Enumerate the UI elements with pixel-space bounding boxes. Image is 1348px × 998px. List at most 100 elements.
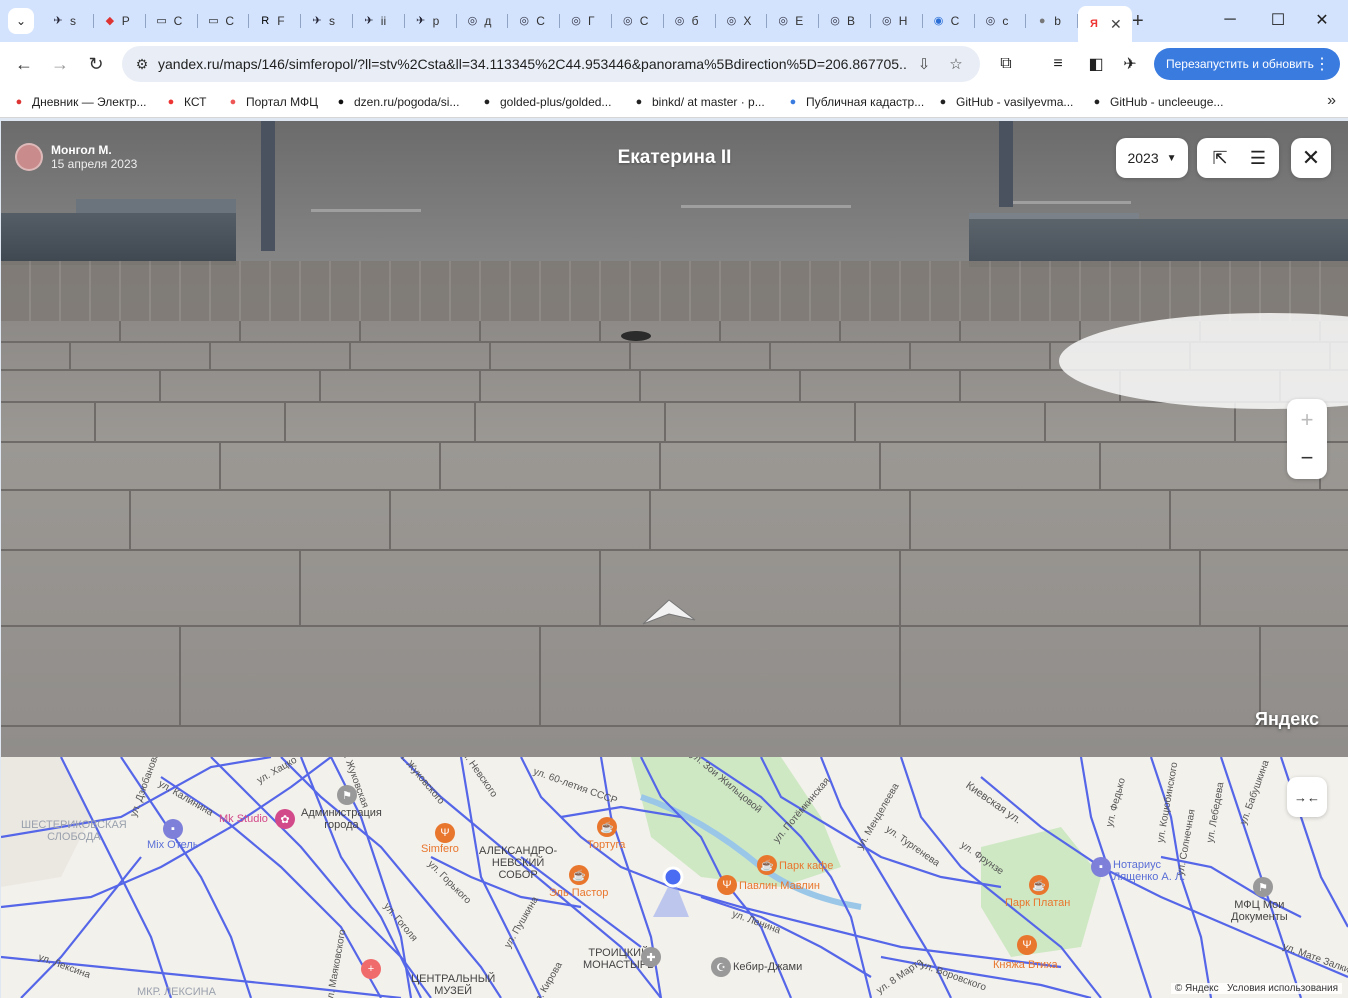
browser-tab[interactable]: ◉ C (923, 8, 975, 34)
place-label[interactable]: Администрация города (301, 807, 382, 831)
bookmark-item[interactable]: ● GitHub - vasilyevma... (936, 93, 1074, 111)
browser-tab[interactable]: ✈ s (301, 8, 353, 34)
panorama-view[interactable]: Монгол М. 15 апреля 2023 Екатерина II 20… (1, 121, 1348, 757)
bookmark-item[interactable]: ● Дневник — Электр... (12, 93, 147, 111)
cafe-icon[interactable]: ☕ (597, 817, 617, 837)
bookmark-item[interactable]: ● Публичная кадастр... (786, 93, 925, 111)
mosque-icon[interactable]: ☪ (711, 957, 731, 977)
poi-label[interactable]: Княжа Втиха (993, 959, 1058, 971)
paving-tile (476, 403, 666, 443)
food-icon[interactable]: Ψ (435, 823, 455, 843)
forward-button[interactable]: → (48, 52, 72, 76)
tab-title: B (847, 14, 856, 28)
flag-icon[interactable]: ⚑ (1253, 877, 1273, 897)
place-label[interactable]: ЦЕНТРАЛЬНЫЙ МУЗЕЙ (411, 973, 495, 997)
paving-tile (161, 371, 321, 403)
zoom-in-button[interactable]: + (1287, 401, 1327, 439)
collapse-map-button[interactable]: →← (1287, 777, 1327, 817)
move-arrow-icon[interactable] (641, 598, 697, 628)
browser-tab[interactable]: ◎ Г (560, 8, 612, 34)
close-panorama-button[interactable]: ✕ (1291, 138, 1331, 178)
reload-button[interactable]: ↻ (84, 52, 108, 76)
menu-dots-icon[interactable]: ⋮ (1314, 54, 1330, 74)
bookmark-icon: ● (15, 96, 23, 108)
notary-icon[interactable]: ▪ (1091, 857, 1111, 877)
address-bar[interactable]: ⚙ yandex.ru/maps/146/simferopol/?ll=stv%… (122, 46, 980, 82)
url-text[interactable]: yandex.ru/maps/146/simferopol/?ll=stv%2C… (158, 56, 908, 72)
open-external-icon[interactable]: ⇱ (1209, 147, 1231, 169)
relaunch-button[interactable]: Перезапустить и обновить ⋮ (1154, 48, 1340, 80)
star-icon[interactable]: ☆ (946, 54, 966, 74)
tab-search-button[interactable]: ⌄ (8, 8, 34, 34)
extensions-icon[interactable]: ⧉ (996, 54, 1016, 74)
year-select[interactable]: 2023 ▼ (1116, 138, 1188, 178)
browser-tab[interactable]: ✈ s (42, 8, 94, 34)
poi-label[interactable]: Парк кафе (779, 860, 833, 872)
install-app-icon[interactable]: ⇩ (914, 54, 934, 74)
tab-title: ii (380, 14, 387, 28)
tab-title: C (950, 14, 960, 28)
bookmark-item[interactable]: ● Портал МФЦ (226, 93, 318, 111)
cafe-icon[interactable]: ☕ (569, 865, 589, 885)
poi-label[interactable]: Павлин Мавлин (739, 880, 820, 892)
profile-icon[interactable]: ✈ (1120, 54, 1140, 74)
browser-tab[interactable]: ▭ C (146, 8, 198, 34)
poi-label[interactable]: Парк Платан (1005, 897, 1070, 909)
poi-label[interactable]: Simfero (421, 843, 459, 855)
browser-tab[interactable]: ◎ E (767, 8, 820, 34)
browser-tab[interactable]: ● b (1026, 8, 1079, 34)
poi-label[interactable]: Mk Studio (219, 813, 268, 825)
food-icon[interactable]: Ψ (717, 875, 737, 895)
browser-tab[interactable]: ✈ p (405, 8, 457, 34)
cafe-icon[interactable]: ☕ (757, 855, 777, 875)
hotel-icon[interactable]: ▪ (163, 819, 183, 839)
window-close-button[interactable]: ✕ (1302, 8, 1342, 32)
minimize-button[interactable]: ─ (1210, 8, 1250, 32)
bookmark-label: GitHub - uncleeuge... (1110, 95, 1224, 109)
zoom-controls: + − (1287, 399, 1327, 479)
food-icon[interactable]: Ψ (1017, 935, 1037, 955)
browser-tab[interactable]: ◎ д (456, 8, 509, 34)
bookmark-item[interactable]: ● binkd/ at master · p... (632, 93, 765, 111)
terms-link[interactable]: Условия использования (1227, 983, 1338, 994)
hospital-icon[interactable]: + (361, 959, 381, 979)
poi-label[interactable]: Нотариус Лященко А. Л. (1113, 859, 1185, 883)
cafe-icon[interactable]: ☕ (1029, 875, 1049, 895)
browser-tab[interactable]: ▭ C (197, 8, 250, 34)
menu-lines-icon[interactable]: ☰ (1247, 147, 1269, 169)
bookmark-item[interactable]: ● КСТ (164, 93, 207, 111)
zoom-out-button[interactable]: − (1287, 439, 1327, 477)
browser-tab[interactable]: ✈ ii (353, 8, 405, 34)
close-tab-icon[interactable]: ✕ (1110, 16, 1122, 33)
side-panel-icon[interactable]: ◧ (1086, 54, 1106, 74)
browser-tab[interactable]: ◎ H (871, 8, 923, 34)
bookmark-item[interactable]: ● GitHub - uncleeuge... (1090, 93, 1224, 111)
site-info-icon[interactable]: ⚙ (130, 52, 154, 76)
browser-tab[interactable]: ◎ c (974, 8, 1027, 34)
poi-label[interactable]: Тортуга (587, 839, 625, 851)
flower-icon[interactable]: ✿ (275, 809, 295, 829)
maximize-button[interactable]: ☐ (1258, 8, 1298, 32)
browser-tab[interactable]: RF (249, 8, 302, 34)
new-tab-button[interactable]: + (1132, 10, 1144, 33)
church-icon[interactable]: ✚ (641, 947, 661, 967)
poi-label[interactable]: Mix Отель (147, 839, 199, 851)
media-icon[interactable]: ≡ (1048, 54, 1068, 74)
active-tab[interactable]: Я ✕ (1078, 6, 1132, 42)
browser-tab[interactable]: ◎ C (612, 8, 664, 34)
mini-map[interactable]: ШЕСТЕРИКОВСКАЯ СЛОБОДА МКР. ЛЕКСИНА Админ… (1, 757, 1348, 998)
bookmark-item[interactable]: ● dzen.ru/pogoda/si... (334, 93, 460, 111)
browser-tab[interactable]: ◆ P (94, 8, 146, 34)
browser-tab[interactable]: ◎ X (715, 8, 768, 34)
poi-label[interactable]: Кебир-Джами (733, 961, 802, 973)
browser-tab[interactable]: ◎ б (664, 8, 716, 34)
more-bookmarks-icon[interactable]: » (1327, 92, 1336, 110)
place-label[interactable]: АЛЕКСАНДРО- НЕВСКИЙ СОБОР (479, 845, 557, 881)
poi-label[interactable]: Эль Пастор (549, 887, 608, 899)
bookmark-item[interactable]: ● golded-plus/golded... (480, 93, 612, 111)
copyright-link[interactable]: © Яндекс (1175, 983, 1219, 994)
back-button[interactable]: ← (12, 52, 36, 76)
browser-tab[interactable]: ◎ B (819, 8, 871, 34)
place-label[interactable]: МФЦ Мои Документы (1231, 899, 1288, 923)
browser-tab[interactable]: ◎ C (508, 8, 561, 34)
